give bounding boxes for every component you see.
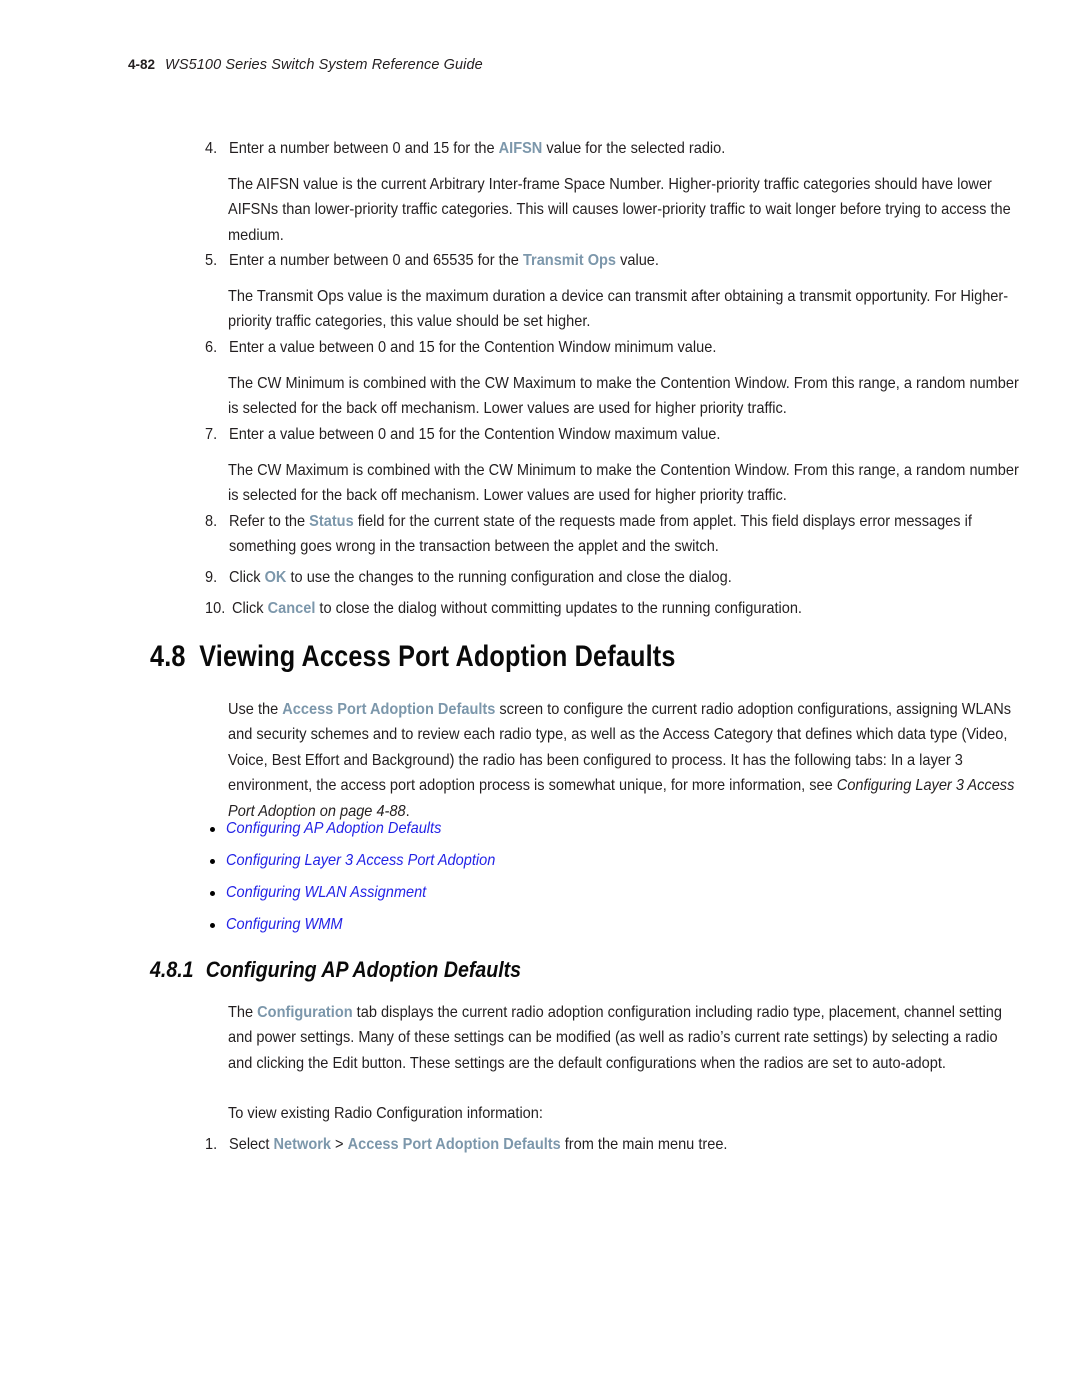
list-item[interactable]: Configuring Layer 3 Access Port Adoption xyxy=(205,848,905,880)
cross-reference-link[interactable]: Configuring Layer 3 Access Port Adoption xyxy=(226,848,495,873)
cross-reference-link[interactable]: Configuring WMM xyxy=(226,912,343,937)
running-header-title: WS5100 Series Switch System Reference Gu… xyxy=(165,57,483,73)
step-10-marker: 10. xyxy=(205,599,226,617)
step-6-text: Enter a value between 0 and 15 for the C… xyxy=(229,338,717,356)
heading-section-4-8-1: 4.8.1 Configuring AP Adoption Defaults xyxy=(150,956,521,983)
step-4-text: Enter a number between 0 and 15 for the … xyxy=(229,136,1025,161)
menu-path-separator: > xyxy=(330,1135,348,1153)
step-10-text-pre: Click xyxy=(232,599,268,617)
body-pre: The xyxy=(228,1003,258,1021)
step-8: 8. Refer to the Status field for the cur… xyxy=(205,509,1080,560)
bullet-icon xyxy=(210,891,215,896)
step-1-text-pre: Select xyxy=(229,1135,274,1153)
step-4-emphasis: AIFSN xyxy=(498,139,543,157)
paragraph-section-4-8-1-body: The Configuration tab displays the curre… xyxy=(228,1000,1024,1076)
cross-reference-list: Configuring AP Adoption Defaults Configu… xyxy=(205,816,905,944)
body-emphasis: Configuration xyxy=(257,1003,353,1021)
step-9-text-pre: Click xyxy=(229,568,265,586)
cross-reference-link[interactable]: Configuring WLAN Assignment xyxy=(226,880,426,905)
step-5-text-post: value. xyxy=(616,251,659,269)
step-6-marker: 6. xyxy=(205,338,218,356)
step-9: 9. Click OK to use the changes to the ru… xyxy=(205,565,1080,590)
bullet-icon xyxy=(210,923,215,928)
step-7-marker: 7. xyxy=(205,425,218,443)
step-7: 7. Enter a value between 0 and 15 for th… xyxy=(205,422,1080,447)
step-10: 10. Click Cancel to close the dialog wit… xyxy=(205,596,1080,621)
paragraph-cwmin-description: The CW Minimum is combined with the CW M… xyxy=(228,374,1019,418)
document-page: 4-82 WS5100 Series Switch System Referenc… xyxy=(0,0,1080,1397)
step-1-text-post: from the main menu tree. xyxy=(560,1135,728,1153)
paragraph-section-4-8-intro: Use the Access Port Adoption Defaults sc… xyxy=(228,697,1024,824)
step-1-marker: 1. xyxy=(205,1135,218,1153)
list-item[interactable]: Configuring AP Adoption Defaults xyxy=(205,816,905,848)
step-5-text: Enter a number between 0 and 65535 for t… xyxy=(229,248,1025,273)
running-header: 4-82 WS5100 Series Switch System Referenc… xyxy=(128,57,483,73)
step-1-view-radio-config: 1. Select Network > Access Port Adoption… xyxy=(205,1132,1080,1157)
step-5: 5. Enter a number between 0 and 65535 fo… xyxy=(205,248,1080,273)
step-4: 4. Enter a number between 0 and 15 for t… xyxy=(205,136,1080,161)
heading-4-8-title: Viewing Access Port Adoption Defaults xyxy=(199,640,676,673)
paragraph-txops-description: The Transmit Ops value is the maximum du… xyxy=(228,287,1009,331)
paragraph-cwmax-description: The CW Maximum is combined with the CW M… xyxy=(228,461,1019,505)
step-8-emphasis: Status xyxy=(309,512,354,530)
step-5-marker: 5. xyxy=(205,251,218,269)
step-4-text-post: value for the selected radio. xyxy=(542,139,726,157)
paragraph-aifsn-description: The AIFSN value is the current Arbitrary… xyxy=(228,175,1011,244)
step-7-text: Enter a value between 0 and 15 for the C… xyxy=(229,425,721,443)
bullet-icon xyxy=(210,827,215,832)
step-8-text: Refer to the Status field for the curren… xyxy=(229,509,1025,560)
list-item[interactable]: Configuring WMM xyxy=(205,912,905,944)
heading-4-8-1-title: Configuring AP Adoption Defaults xyxy=(205,957,522,982)
intro-pre: Use the xyxy=(228,700,283,718)
step-4-text-pre: Enter a number between 0 and 15 for the xyxy=(229,139,499,157)
step-9-text-post: to use the changes to the running config… xyxy=(286,568,732,586)
heading-section-4-8: 4.8 Viewing Access Port Adoption Defaults xyxy=(150,640,676,674)
step-8-text-pre: Refer to the xyxy=(229,512,310,530)
step-6: 6. Enter a value between 0 and 15 for th… xyxy=(205,335,1080,360)
paragraph-lead-in: To view existing Radio Configuration inf… xyxy=(228,1104,543,1122)
step-5-emphasis: Transmit Ops xyxy=(522,251,617,269)
list-item[interactable]: Configuring WLAN Assignment xyxy=(205,880,905,912)
intro-emphasis: Access Port Adoption Defaults xyxy=(282,700,496,718)
page-folio: 4-82 xyxy=(128,57,156,72)
menu-path-network[interactable]: Network xyxy=(274,1135,331,1153)
step-10-text: Click Cancel to close the dialog without… xyxy=(232,596,1028,621)
step-10-emphasis: Cancel xyxy=(267,599,316,617)
cross-reference-link[interactable]: Configuring AP Adoption Defaults xyxy=(226,816,441,841)
step-9-text: Click OK to use the changes to the runni… xyxy=(229,565,1025,590)
menu-path-access-port-adoption-defaults[interactable]: Access Port Adoption Defaults xyxy=(348,1135,561,1153)
heading-4-8-1-number: 4.8.1 xyxy=(150,957,194,982)
step-1-text: Select Network > Access Port Adoption De… xyxy=(229,1132,1025,1157)
step-5-text-pre: Enter a number between 0 and 65535 for t… xyxy=(229,251,523,269)
step-9-emphasis: OK xyxy=(264,568,287,586)
bullet-icon xyxy=(210,859,215,864)
step-10-text-post: to close the dialog without committing u… xyxy=(315,599,802,617)
step-8-marker: 8. xyxy=(205,512,218,530)
step-4-marker: 4. xyxy=(205,139,218,157)
heading-4-8-number: 4.8 xyxy=(150,640,186,673)
step-9-marker: 9. xyxy=(205,568,218,586)
